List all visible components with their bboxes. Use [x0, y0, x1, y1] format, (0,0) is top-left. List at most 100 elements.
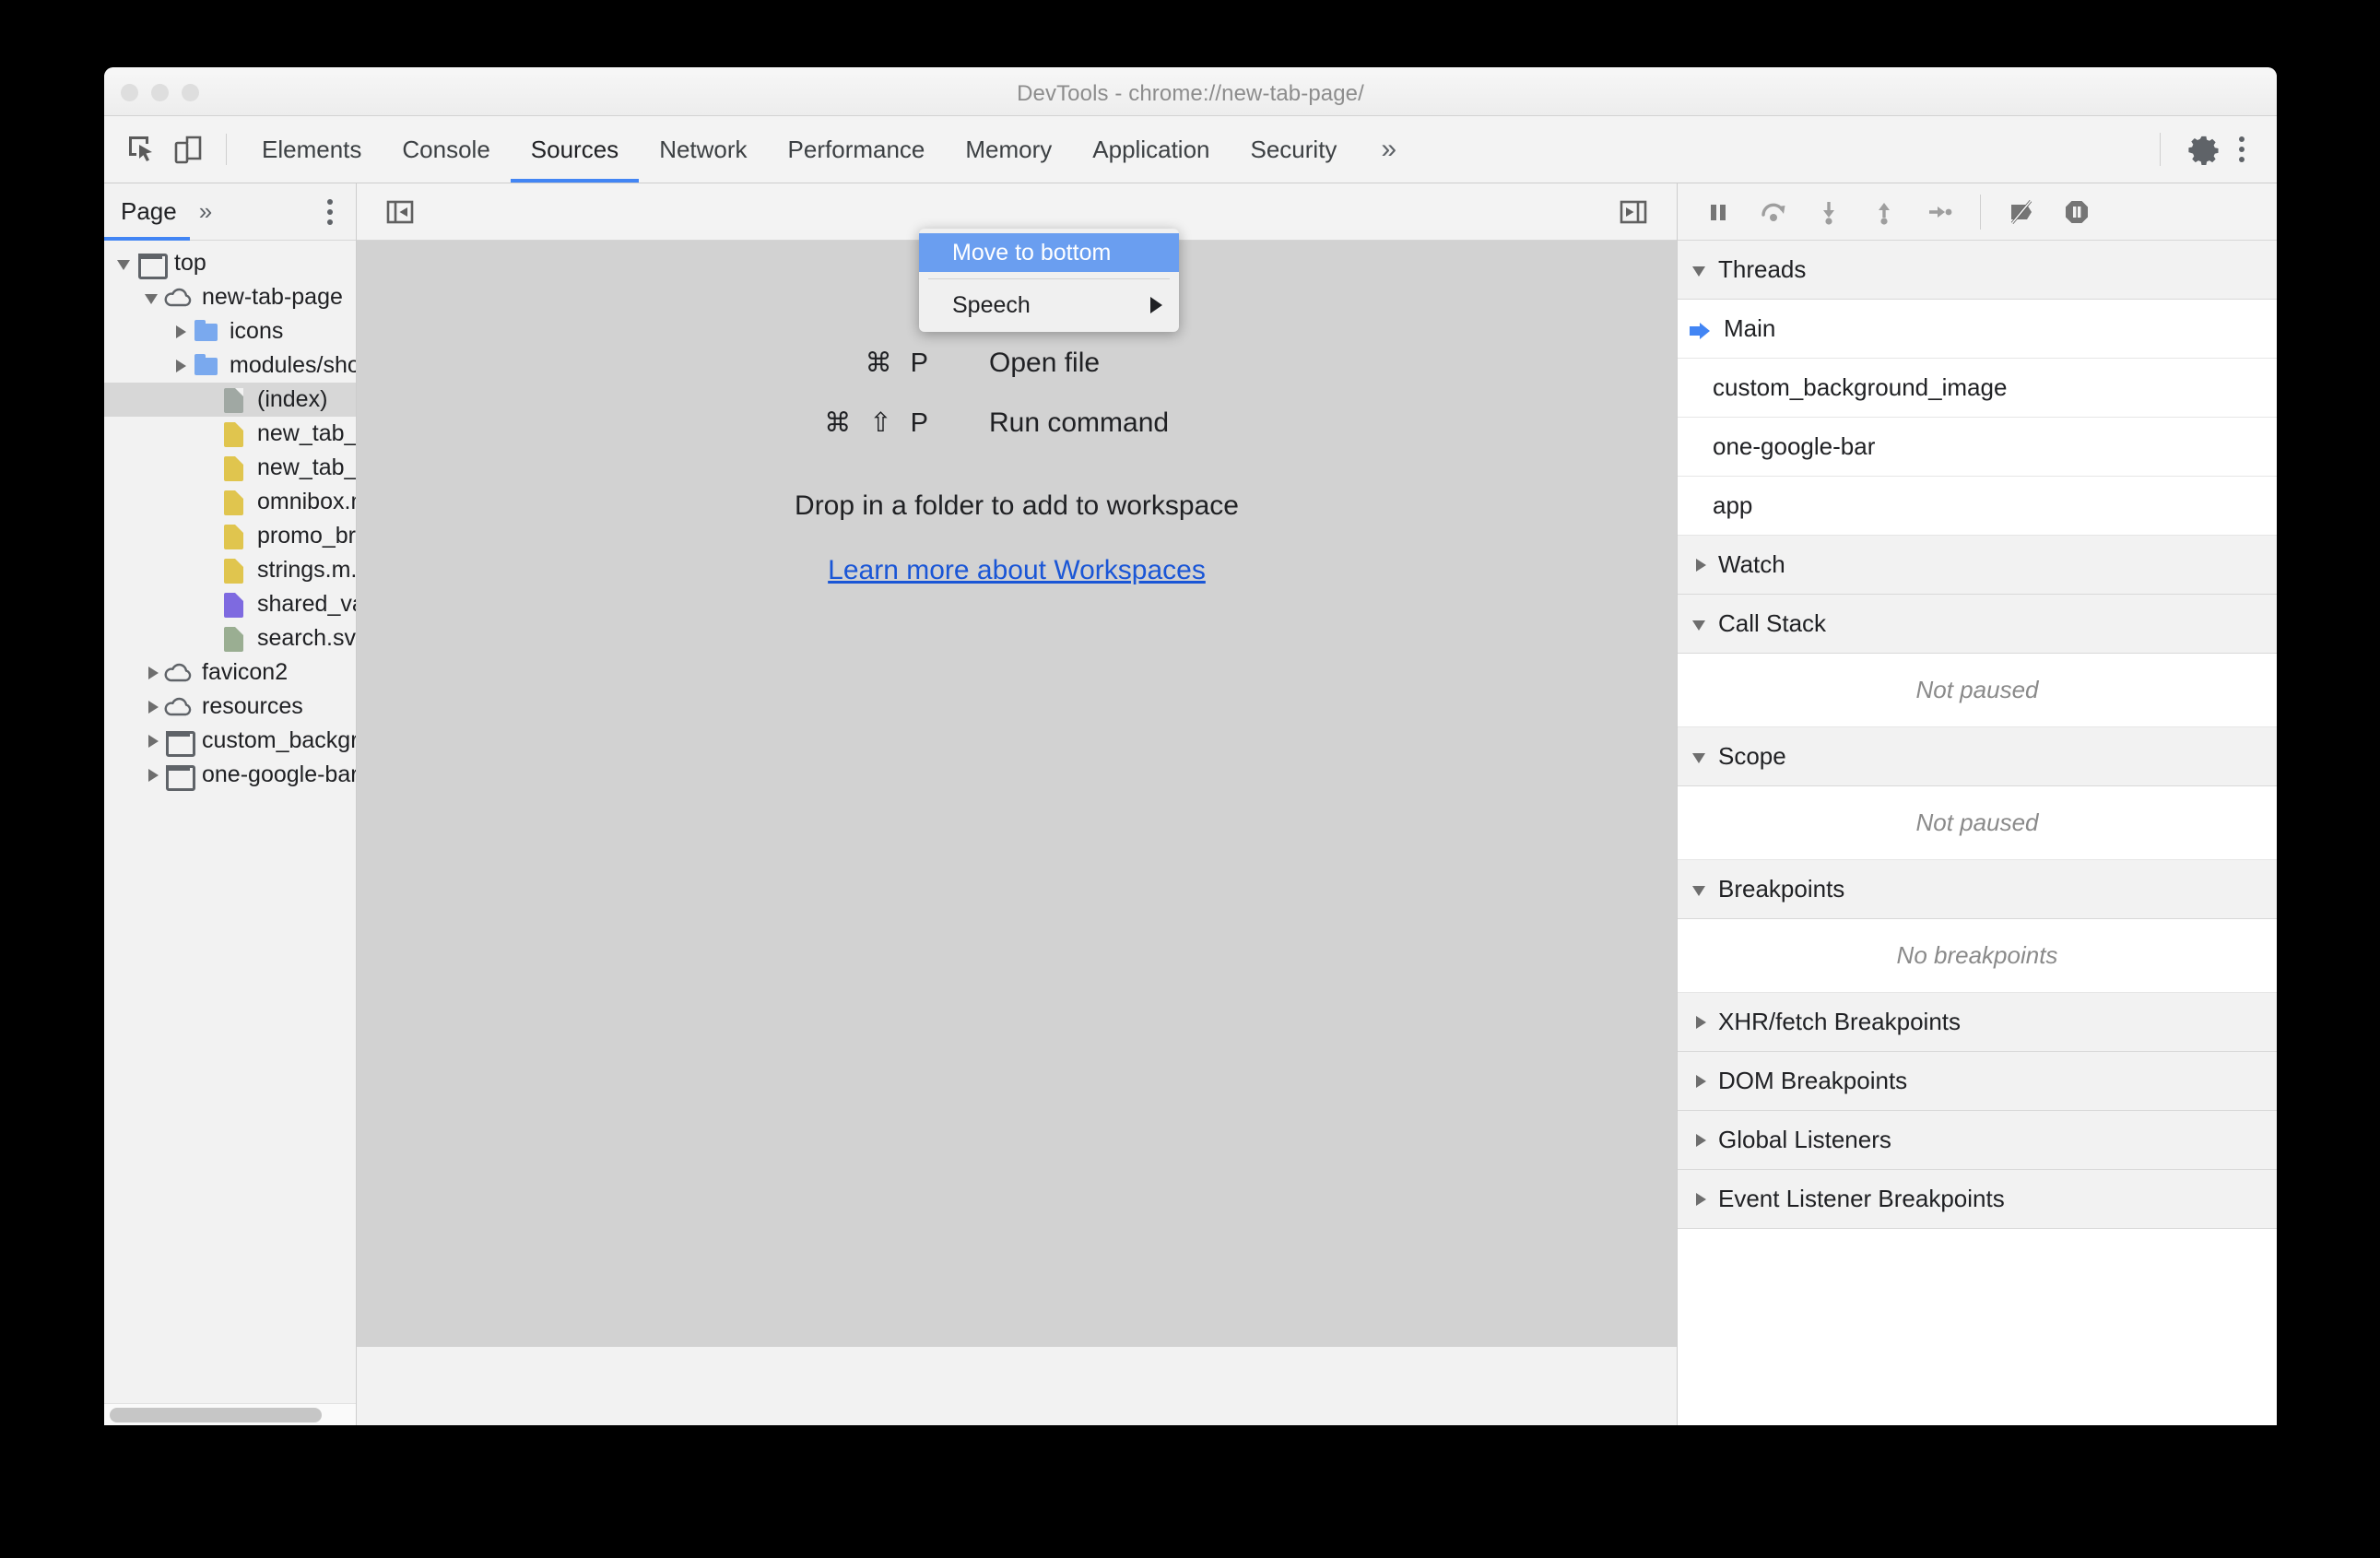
debugger-section-header[interactable]: DOM Breakpoints: [1678, 1052, 2277, 1111]
tree-row-label: new_tab_page.m: [257, 454, 356, 480]
debugger-section-header[interactable]: Event Listener Breakpoints: [1678, 1170, 2277, 1229]
window-titlebar: DevTools - chrome://new-tab-page/: [104, 67, 2277, 116]
tree-disclosure-triangle-icon[interactable]: [171, 322, 191, 342]
section-disclosure-triangle-icon[interactable]: [1691, 1071, 1711, 1092]
tree-disclosure-triangle-icon[interactable]: [143, 288, 163, 308]
thread-row[interactable]: one-google-bar: [1678, 418, 2277, 477]
navigator-tab-page[interactable]: Page: [104, 183, 190, 241]
tree-row[interactable]: favicon2: [104, 655, 356, 690]
debugger-section-header[interactable]: Watch: [1678, 536, 2277, 595]
navigator-overflow-icon[interactable]: »: [190, 197, 221, 226]
cloud-icon: [163, 284, 193, 312]
context-menu-item-move-to-bottom[interactable]: Move to bottom: [919, 233, 1179, 272]
debugger-section-empty-message: No breakpoints: [1678, 919, 2277, 993]
tree-row[interactable]: modules/shoppin: [104, 348, 356, 383]
thread-row[interactable]: Main: [1678, 300, 2277, 359]
inspect-element-icon[interactable]: [119, 126, 165, 172]
thread-row-label: one-google-bar: [1713, 432, 1876, 460]
step-out-icon[interactable]: [1864, 192, 1904, 232]
tree-row[interactable]: one-google-bar: [104, 758, 356, 792]
tree-disclosure-triangle-icon[interactable]: [143, 663, 163, 683]
tree-row[interactable]: search.svg: [104, 621, 356, 655]
step-over-icon[interactable]: [1753, 192, 1794, 232]
section-disclosure-triangle-icon[interactable]: [1691, 260, 1711, 280]
section-disclosure-triangle-icon[interactable]: [1691, 1012, 1711, 1033]
tab-performance[interactable]: Performance: [768, 116, 946, 183]
debugger-section-header[interactable]: XHR/fetch Breakpoints: [1678, 993, 2277, 1052]
tree-row[interactable]: custom_backgroun: [104, 724, 356, 758]
editor-footer: [357, 1346, 1677, 1425]
navigator-kebab-menu-icon[interactable]: [315, 192, 345, 232]
document-file-icon: [218, 386, 248, 414]
show-navigator-icon[interactable]: [377, 189, 423, 235]
section-disclosure-triangle-icon[interactable]: [1691, 879, 1711, 900]
tree-row[interactable]: (index): [104, 383, 356, 417]
tree-disclosure-triangle-icon[interactable]: [143, 697, 163, 717]
learn-more-workspaces-link[interactable]: Learn more about Workspaces: [828, 555, 1206, 586]
debugger-toolbar-divider: [1980, 194, 1981, 230]
debugger-section-header[interactable]: Global Listeners: [1678, 1111, 2277, 1170]
tree-disclosure-triangle-icon[interactable]: [171, 356, 191, 376]
tree-row-label: top: [174, 250, 206, 276]
kebab-menu-icon[interactable]: [2227, 129, 2256, 170]
show-debugger-icon[interactable]: [1610, 189, 1656, 235]
debugger-section-header[interactable]: Call Stack: [1678, 595, 2277, 654]
tree-row[interactable]: icons: [104, 314, 356, 348]
debugger-section-header[interactable]: Breakpoints: [1678, 860, 2277, 919]
frame-icon: [163, 727, 195, 757]
section-disclosure-triangle-icon[interactable]: [1691, 1130, 1711, 1151]
tree-row-label: (index): [257, 386, 328, 412]
tree-row[interactable]: new_tab_page.js: [104, 417, 356, 451]
section-disclosure-triangle-icon[interactable]: [1691, 747, 1711, 767]
tab-application[interactable]: Application: [1072, 116, 1230, 183]
device-toolbar-icon[interactable]: [165, 126, 211, 172]
gear-icon[interactable]: [2181, 126, 2227, 172]
tab-console[interactable]: Console: [382, 116, 510, 183]
tree-indent-spacer: [198, 595, 218, 615]
context-menu[interactable]: Move to bottom Speech: [919, 229, 1179, 332]
thread-row-label: Main: [1724, 314, 1776, 342]
tree-disclosure-triangle-icon[interactable]: [143, 765, 163, 785]
pause-on-exceptions-icon[interactable]: [2056, 192, 2097, 232]
tab-memory[interactable]: Memory: [945, 116, 1072, 183]
tree-row[interactable]: new-tab-page: [104, 280, 356, 314]
tree-row[interactable]: new_tab_page.m: [104, 451, 356, 485]
tree-row[interactable]: strings.m.js: [104, 553, 356, 587]
section-disclosure-triangle-icon[interactable]: [1691, 555, 1711, 575]
js-file-icon: [218, 420, 248, 448]
step-icon[interactable]: [1919, 192, 1960, 232]
debugger-section-header[interactable]: Threads: [1678, 241, 2277, 300]
tree-row[interactable]: resources: [104, 690, 356, 724]
tree-row-label: custom_backgroun: [202, 727, 356, 753]
editor-panel: ⌘ P Open file ⌘ ⇧ P Run command Drop in …: [357, 183, 1678, 1425]
thread-row[interactable]: app: [1678, 477, 2277, 536]
pause-script-icon[interactable]: [1698, 192, 1738, 232]
tabs-overflow-icon[interactable]: »: [1357, 116, 1420, 183]
section-disclosure-triangle-icon[interactable]: [1691, 1189, 1711, 1210]
debugger-section-header[interactable]: Scope: [1678, 727, 2277, 786]
navigator-horizontal-scrollbar[interactable]: [104, 1403, 356, 1425]
tab-network[interactable]: Network: [639, 116, 767, 183]
tree-row-label: promo_browser_: [257, 523, 356, 549]
debugger-section-title: DOM Breakpoints: [1718, 1067, 1908, 1094]
tab-sources[interactable]: Sources: [510, 116, 640, 183]
thread-row[interactable]: custom_background_image: [1678, 359, 2277, 418]
tree-disclosure-triangle-icon[interactable]: [143, 731, 163, 751]
shortcut-run-command: ⌘ ⇧ P Run command: [759, 407, 1275, 439]
step-into-icon[interactable]: [1809, 192, 1849, 232]
tree-disclosure-triangle-icon[interactable]: [115, 254, 135, 274]
debugger-section-title: Global Listeners: [1718, 1126, 1891, 1153]
scrollbar-thumb[interactable]: [110, 1408, 322, 1422]
tab-elements[interactable]: Elements: [242, 116, 382, 183]
context-menu-item-speech[interactable]: Speech: [919, 286, 1179, 325]
tab-security[interactable]: Security: [1231, 116, 1358, 183]
section-disclosure-triangle-icon[interactable]: [1691, 614, 1711, 634]
context-menu-item-move-to-bottom-label: Move to bottom: [952, 239, 1112, 266]
tree-indent-spacer: [198, 424, 218, 444]
tree-row[interactable]: promo_browser_: [104, 519, 356, 553]
tree-row[interactable]: omnibox.mojom-: [104, 485, 356, 519]
tree-row[interactable]: shared_vars.css: [104, 587, 356, 621]
deactivate-breakpoints-icon[interactable]: [2001, 192, 2042, 232]
file-tree[interactable]: top new-tab-page icons modules/shoppin (inde…: [104, 241, 356, 1403]
tree-row[interactable]: top: [104, 246, 356, 280]
